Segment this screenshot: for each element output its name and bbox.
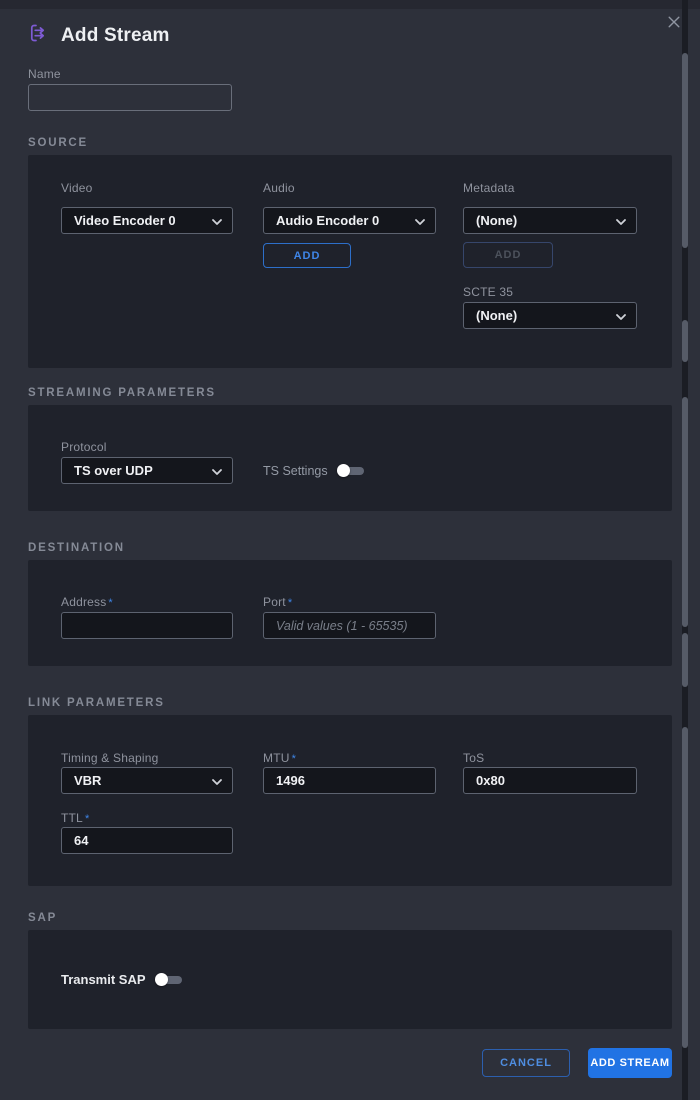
dialog-title: Add Stream [61,25,170,47]
chevron-down-icon [616,212,626,230]
chevron-down-icon [415,212,425,230]
scrollbar-thumb-segment[interactable] [682,727,688,1048]
scte35-label: SCTE 35 [463,285,513,299]
add-stream-dialog: Add Stream Name SOURCE Video Video Encod… [0,0,700,1100]
page-background-strip [0,0,700,9]
scrollbar-thumb-segment[interactable] [682,397,688,627]
ttl-label: TTL* [61,811,89,825]
mtu-label: MTU* [263,751,296,765]
required-asterisk: * [85,813,89,825]
required-asterisk: * [288,597,292,609]
protocol-label: Protocol [61,440,107,454]
add-stream-button[interactable]: ADD STREAM [588,1048,672,1078]
ttl-input[interactable] [61,827,233,854]
destination-section-header: DESTINATION [28,542,125,554]
timing-shaping-select[interactable]: VBR [61,767,233,794]
required-asterisk: * [292,753,296,765]
transmit-sap-label: Transmit SAP [61,972,146,987]
tos-input[interactable] [463,767,637,794]
protocol-select[interactable]: TS over UDP [61,457,233,484]
dialog-header: Add Stream [28,22,170,49]
port-input[interactable] [263,612,436,639]
required-asterisk: * [108,597,112,609]
streaming-panel: Protocol TS over UDP TS Settings [28,405,672,511]
tos-label: ToS [463,751,484,765]
streaming-section-header: STREAMING PARAMETERS [28,387,216,399]
toggle-knob [155,973,168,986]
mtu-input[interactable] [263,767,436,794]
transmit-sap-toggle[interactable] [155,973,182,987]
metadata-select[interactable]: (None) [463,207,637,234]
port-label: Port* [263,595,292,609]
name-label: Name [28,67,61,81]
ts-settings-toggle[interactable] [337,464,364,478]
source-panel: Video Video Encoder 0 Audio Audio Encode… [28,155,672,368]
transmit-sap-row: Transmit SAP [61,966,182,993]
scrollbar-thumb-segment[interactable] [682,633,688,687]
scte35-select[interactable]: (None) [463,302,637,329]
link-panel: Timing & Shaping VBR MTU* ToS TTL* [28,715,672,886]
name-input[interactable] [28,84,232,111]
add-audio-button[interactable]: ADD [263,243,351,268]
ts-settings-label: TS Settings [263,464,328,478]
source-section-header: SOURCE [28,137,88,149]
scrollbar-track[interactable] [682,0,688,1100]
add-stream-icon [28,22,50,49]
chevron-down-icon [212,462,222,480]
cancel-button[interactable]: CANCEL [482,1049,570,1077]
link-section-header: LINK PARAMETERS [28,697,165,709]
chevron-down-icon [212,772,222,790]
metadata-label: Metadata [463,181,515,195]
video-select[interactable]: Video Encoder 0 [61,207,233,234]
address-input[interactable] [61,612,233,639]
chevron-down-icon [212,212,222,230]
scrollbar-thumb-segment[interactable] [682,53,688,248]
audio-select[interactable]: Audio Encoder 0 [263,207,436,234]
sap-section-header: SAP [28,912,57,924]
video-label: Video [61,181,92,195]
timing-shaping-label: Timing & Shaping [61,751,158,765]
audio-label: Audio [263,181,295,195]
address-label: Address* [61,595,113,609]
toggle-knob [337,464,350,477]
ts-settings-row: TS Settings [263,457,364,484]
chevron-down-icon [616,307,626,325]
scrollbar-thumb-segment[interactable] [682,320,688,362]
sap-panel: Transmit SAP [28,930,672,1029]
add-metadata-button: ADD [463,242,553,268]
destination-panel: Address* Port* [28,560,672,666]
